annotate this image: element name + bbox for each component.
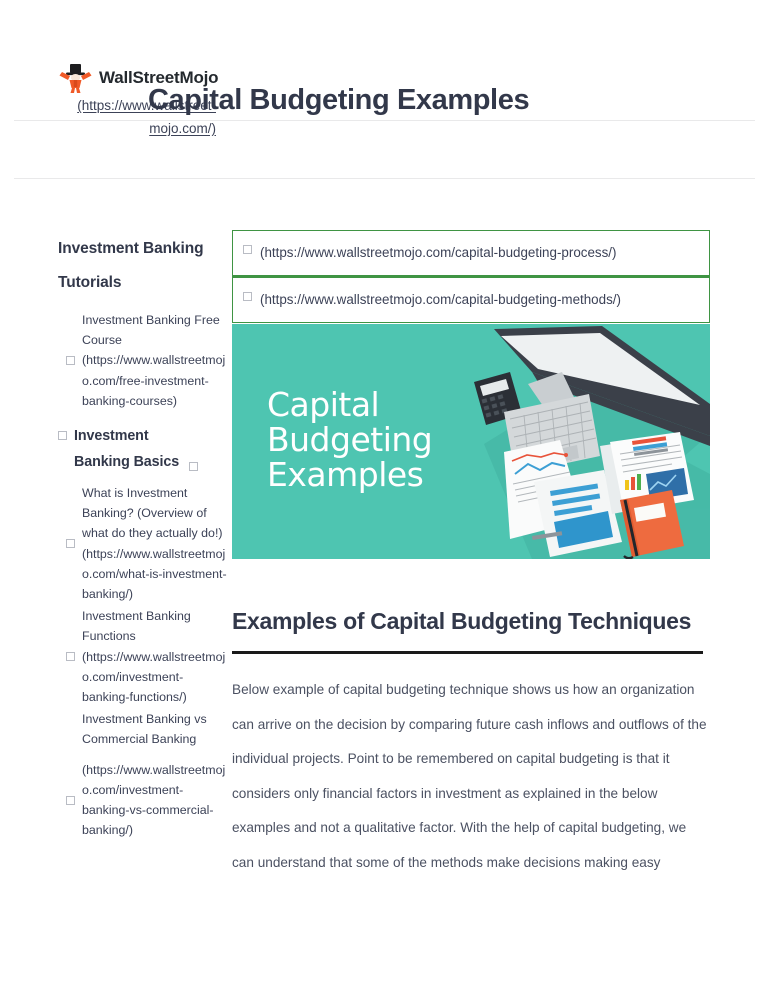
- link-box-capital-budgeting-process[interactable]: (https://www.wallstreetmojo.com/capital-…: [232, 230, 710, 277]
- wallstreetmojo-mascot-icon: [58, 63, 94, 93]
- sidebar-item-label: (https://www.wallstreetmojo.com/investme…: [82, 762, 226, 838]
- link-box-text: (https://www.wallstreetmojo.com/capital-…: [260, 292, 621, 307]
- sidebar-item-investment-banking-functions[interactable]: Investment Banking Functions (https://ww…: [58, 606, 230, 707]
- main-content: (https://www.wallstreetmojo.com/capital-…: [232, 230, 710, 880]
- empty-box-glyph: [58, 431, 67, 441]
- header-divider-bottom: [14, 178, 755, 179]
- sidebar-item-ib-vs-commercial-banking-title[interactable]: Investment Banking vs Commercial Banking: [58, 709, 230, 749]
- spacer-glyph: [66, 725, 75, 734]
- sidebar-item-free-course[interactable]: Investment Banking Free Course (https://…: [58, 310, 230, 411]
- link-box-text: (https://www.wallstreetmojo.com/capital-…: [260, 245, 617, 260]
- link-box-capital-budgeting-methods[interactable]: (https://www.wallstreetmojo.com/capital-…: [232, 277, 710, 323]
- empty-box-glyph: [66, 539, 75, 549]
- empty-box-glyph: [66, 795, 75, 805]
- sidebar-category-label-line2-row: Banking Basics: [74, 449, 199, 475]
- sidebar-category-label-line2: Banking Basics: [74, 454, 180, 471]
- page-header: WallStreetMojo (https://www.wallstreet-m…: [0, 0, 768, 180]
- empty-box-glyph: [66, 652, 75, 662]
- page-title: Capital Budgeting Examples: [148, 84, 530, 116]
- sidebar-item-label: Investment Banking vs Commercial Banking: [82, 712, 207, 747]
- sidebar-item-label: Investment Banking Functions (https://ww…: [82, 609, 226, 705]
- sidebar-item-what-is-investment-banking[interactable]: What is Investment Banking? (Overview of…: [58, 483, 230, 604]
- body-paragraph: Below example of capital budgeting techn…: [232, 682, 707, 870]
- sidebar-category-investment-banking-basics[interactable]: Investment Banking Basics: [58, 423, 230, 475]
- empty-box-glyph: [243, 245, 252, 254]
- sidebar-category-text: Investment Banking Basics: [74, 423, 199, 475]
- section-heading: Examples of Capital Budgeting Techniques: [232, 608, 692, 634]
- sidebar-item-label: What is Investment Banking? (Overview of…: [82, 486, 227, 602]
- sidebar-item-label: Investment Banking Free Course (https://…: [82, 313, 226, 408]
- empty-box-glyph: [243, 292, 252, 301]
- section-heading-underline: [232, 651, 703, 654]
- empty-box-glyph: [189, 461, 199, 471]
- banner-title-line-1: Capital: [267, 385, 380, 424]
- sidebar: Investment Banking Tutorials Investment …: [58, 232, 230, 840]
- empty-box-glyph: [66, 356, 75, 365]
- banner-image: Capital Budgeting Examples: [232, 324, 710, 559]
- banner-title: Capital Budgeting Examples: [267, 385, 433, 494]
- sidebar-title: Investment Banking Tutorials: [58, 240, 204, 291]
- banner-title-line-2: Budgeting: [267, 420, 433, 459]
- banner-title-line-3: Examples: [267, 455, 424, 494]
- sidebar-category-label-line1: Investment: [74, 428, 149, 445]
- sidebar-item-ib-vs-commercial-banking-url[interactable]: (https://www.wallstreetmojo.com/investme…: [58, 760, 230, 841]
- header-divider-top: [14, 120, 755, 121]
